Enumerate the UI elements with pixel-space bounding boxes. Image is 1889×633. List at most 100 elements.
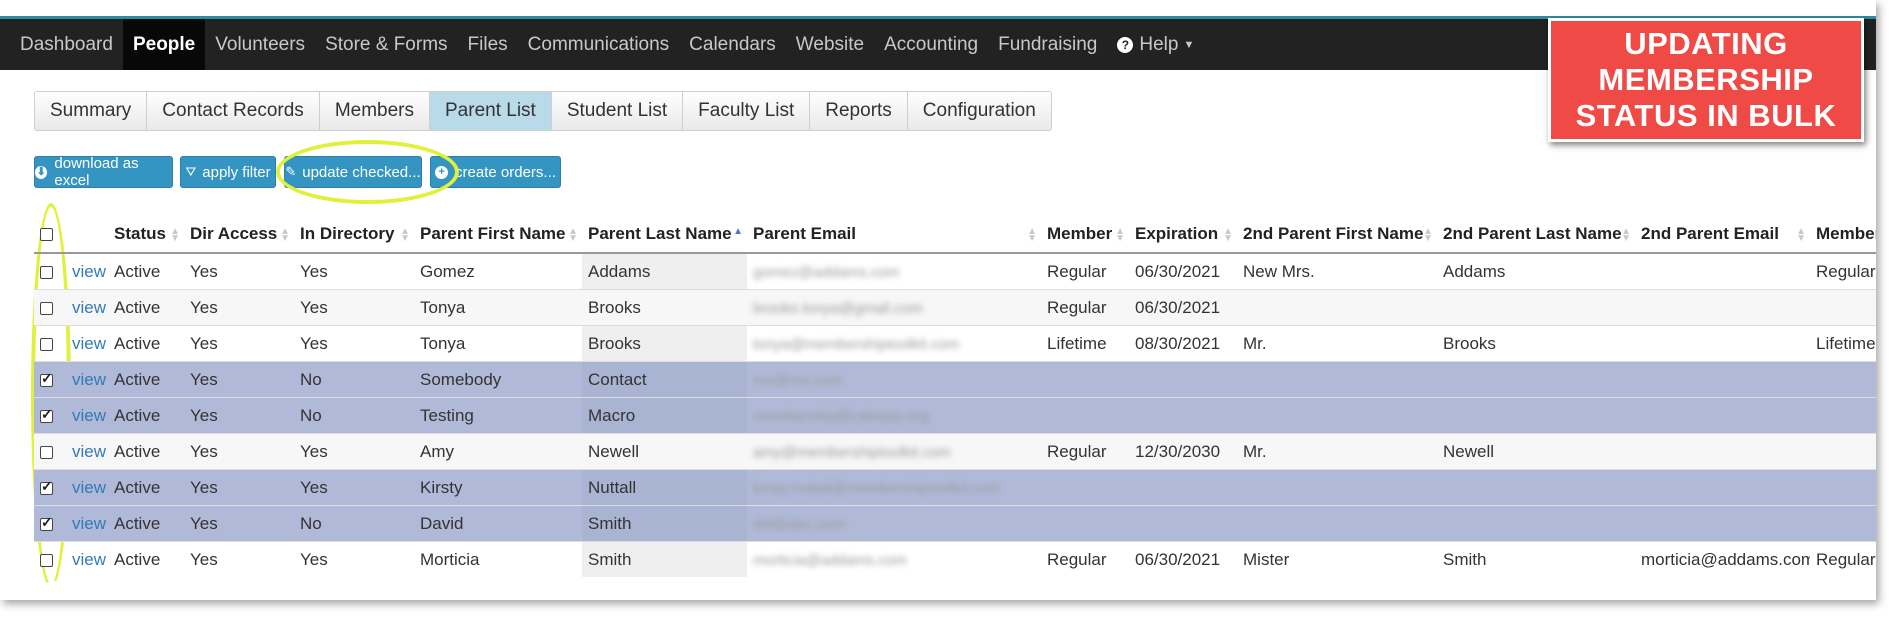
col-header-parent-last-name[interactable]: Parent Last Name ▲ — [582, 216, 747, 254]
col-header-member[interactable]: Member ▲ ▼ — [1041, 216, 1129, 254]
row-checkbox[interactable] — [40, 514, 53, 531]
row-checkbox[interactable] — [40, 301, 53, 315]
nav-item-website[interactable]: Website — [786, 19, 874, 70]
nav-item-people[interactable]: People — [122, 19, 206, 70]
callout-line: UPDATING — [1624, 26, 1788, 61]
cell-member — [1041, 505, 1129, 542]
annotation-callout: UPDATING MEMBERSHIP STATUS IN BULK — [1548, 18, 1864, 142]
view-link[interactable]: view — [72, 334, 106, 353]
cell-p2-last — [1437, 289, 1635, 326]
apply-filter-button[interactable]: ⛛ apply filter — [180, 156, 276, 188]
cell-dir-access: Yes — [184, 505, 294, 542]
pencil-icon: ✎ — [285, 164, 297, 179]
cell-p2-email — [1635, 505, 1810, 542]
col-header-2nd-parent-last-name[interactable]: 2nd Parent Last Name ▲ ▼ — [1437, 216, 1635, 254]
cell-p2-email — [1635, 289, 1810, 326]
cell-first: David — [414, 505, 582, 542]
cell-first: Somebody — [414, 361, 582, 398]
tab-contact-records[interactable]: Contact Records — [147, 92, 320, 130]
sort-icon: ▲ ▼ — [1115, 226, 1125, 244]
parent-list-table: Status ▲ ▼ Dir Access ▲ ▼ In Directory ▲ ▼ Par… — [34, 216, 1876, 577]
cell-status: Active — [108, 325, 184, 362]
create-orders-button[interactable]: + create orders... — [430, 156, 561, 188]
row-checkbox[interactable] — [40, 265, 53, 279]
cell-member: Lifetime — [1041, 325, 1129, 362]
col-header-2nd-parent-first-name[interactable]: 2nd Parent First Name ▲ ▼ — [1237, 216, 1437, 254]
blurred-email: me@me.com — [753, 371, 843, 389]
cell-dir-access: Yes — [184, 361, 294, 398]
cell-expiration — [1129, 469, 1237, 506]
view-link[interactable]: view — [72, 514, 106, 533]
nav-item-dashboard[interactable]: Dashboard — [0, 19, 123, 70]
cell-last: Nuttall — [582, 469, 747, 506]
nav-item-volunteers[interactable]: Volunteers — [205, 19, 315, 70]
nav-item-communications[interactable]: Communications — [518, 19, 680, 70]
row-checkbox-cell — [34, 325, 66, 362]
nav-item-store-and-forms[interactable]: Store & Forms — [315, 19, 457, 70]
tab-faculty-list[interactable]: Faculty List — [683, 92, 811, 130]
view-cell: view — [66, 361, 108, 398]
cell-member: Regular — [1041, 433, 1129, 470]
cell-p2-email — [1635, 252, 1810, 290]
tab-reports[interactable]: Reports — [810, 92, 908, 130]
tab-configuration[interactable]: Configuration — [907, 92, 1051, 130]
tab-student-list[interactable]: Student List — [551, 92, 684, 130]
nav-item-files[interactable]: Files — [458, 19, 518, 70]
row-checkbox[interactable] — [40, 406, 53, 423]
col-header-dir-access[interactable]: Dir Access ▲ ▼ — [184, 216, 294, 254]
cell-p2-first — [1237, 289, 1437, 326]
row-checkbox[interactable] — [40, 337, 53, 351]
col-header-2nd-parent-email[interactable]: 2nd Parent Email ▲ ▼ — [1635, 216, 1810, 254]
view-link[interactable]: view — [72, 478, 106, 497]
blurred-email: tonya@membershiptoolkit.com — [753, 335, 960, 353]
download-circle-icon: ⬇ — [35, 165, 48, 179]
apply-filter-label: apply filter — [202, 163, 271, 181]
view-link[interactable]: view — [72, 442, 106, 461]
create-orders-label: create orders... — [455, 163, 556, 181]
select-all-checkbox[interactable] — [40, 228, 53, 242]
cell-last: Brooks — [582, 325, 747, 362]
cell-email: tonya@membershiptoolkit.com — [747, 325, 1041, 362]
view-link[interactable]: view — [72, 298, 106, 317]
row-checkbox-cell — [34, 397, 66, 434]
view-link[interactable]: view — [72, 370, 106, 389]
col-header-parent-first-name[interactable]: Parent First Name ▲ ▼ — [414, 216, 582, 254]
nav-item-help[interactable]: ? Help ▼ — [1107, 19, 1204, 70]
cell-p2-last — [1437, 469, 1635, 506]
download-excel-button[interactable]: ⬇ download as excel — [34, 155, 173, 189]
cell-p2-email — [1635, 397, 1810, 434]
row-checkbox[interactable] — [40, 478, 53, 495]
table-row: viewActiveYesNoSomebodyContact me@me.com — [34, 361, 1876, 398]
view-cell: view — [66, 397, 108, 434]
cell-expiration: 08/30/2021 — [1129, 325, 1237, 362]
col-header-parent-email[interactable]: Parent Email ▲ ▼ — [747, 216, 1041, 254]
sort-icon: ▲ ▼ — [1223, 226, 1233, 244]
cell-dir-access: Yes — [184, 469, 294, 506]
col-header-expiration[interactable]: Expiration ▲ ▼ — [1129, 216, 1237, 254]
nav-item-fundraising[interactable]: Fundraising — [988, 19, 1107, 70]
view-link[interactable]: view — [72, 262, 106, 281]
tab-parent-list[interactable]: Parent List — [430, 92, 552, 130]
help-label: Help — [1139, 33, 1179, 55]
nav-item-accounting[interactable]: Accounting — [874, 19, 988, 70]
col-header-2nd-member[interactable]: Member — [1810, 216, 1876, 254]
cell-p2-member — [1810, 361, 1876, 398]
tab-members[interactable]: Members — [319, 92, 430, 130]
cell-p2-last: Newell — [1437, 433, 1635, 470]
cell-expiration — [1129, 505, 1237, 542]
update-checked-button[interactable]: ✎ update checked... — [284, 156, 422, 188]
cell-in-directory: Yes — [294, 325, 414, 362]
col-header-in-directory[interactable]: In Directory ▲ ▼ — [294, 216, 414, 254]
row-checkbox[interactable] — [40, 445, 53, 459]
select-all-header — [34, 216, 66, 254]
cell-in-directory: No — [294, 505, 414, 542]
tab-summary[interactable]: Summary — [35, 92, 148, 130]
row-checkbox[interactable] — [40, 370, 53, 387]
view-link[interactable]: view — [72, 406, 106, 425]
cell-dir-access: Yes — [184, 397, 294, 434]
cell-p2-first — [1237, 469, 1437, 506]
cell-dir-access: Yes — [184, 325, 294, 362]
cell-p2-member: Lifetime — [1810, 325, 1876, 362]
nav-item-calendars[interactable]: Calendars — [679, 19, 786, 70]
col-header-status[interactable]: Status ▲ ▼ — [108, 216, 184, 254]
